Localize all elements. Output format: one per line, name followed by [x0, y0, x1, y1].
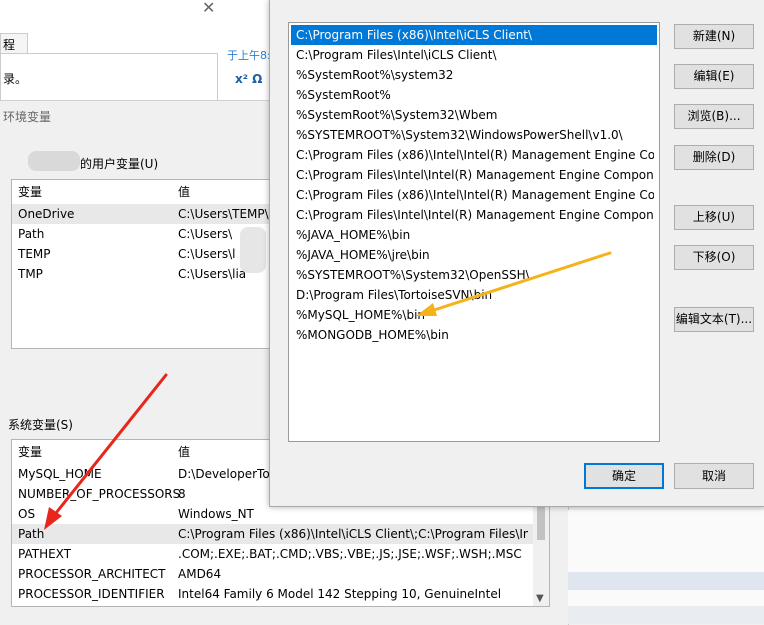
yellow-arrow-annotation: [416, 251, 612, 316]
red-arrow-annotation: [44, 373, 168, 530]
annotation-arrows: [44, 251, 612, 530]
